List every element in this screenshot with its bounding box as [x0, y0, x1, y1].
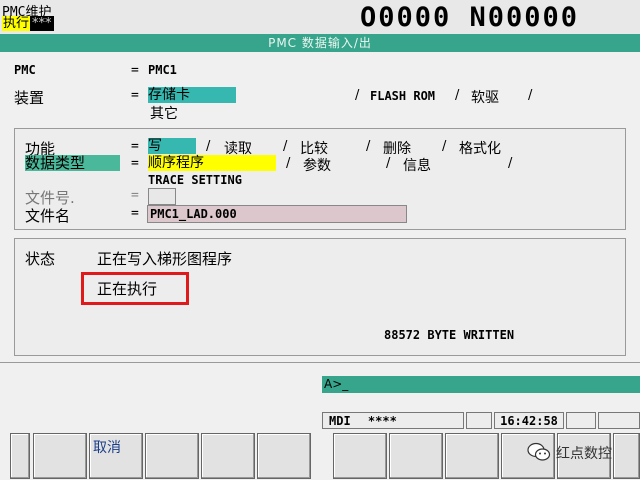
softkey-1[interactable]	[33, 433, 87, 479]
function-option-format[interactable]: 格式化	[459, 138, 501, 158]
device-option-floppy[interactable]: 软驱	[471, 87, 499, 107]
status-label: 状态	[25, 250, 56, 268]
device-sep-1: /	[355, 88, 360, 103]
softkey-4[interactable]	[201, 433, 255, 479]
page-title: PMC 数据输入/出	[0, 34, 640, 52]
device-sep-3: /	[528, 88, 533, 103]
statusbar-empty-cell	[466, 412, 492, 429]
bytes-written: 88572 BYTE WRITTEN	[384, 328, 515, 342]
datatype-option-sequence-program[interactable]: 顺序程序	[148, 155, 276, 171]
file-number-equals: =	[131, 188, 139, 203]
function-sep-3: /	[366, 139, 371, 154]
datatype-equals: =	[131, 156, 139, 171]
device-option-memory-card[interactable]: 存储卡	[148, 87, 236, 103]
file-name-label: 文件名	[25, 207, 71, 225]
softkey-3[interactable]	[145, 433, 199, 479]
statusbar-empty-cell-3	[598, 412, 640, 429]
pmc-equals: =	[131, 63, 139, 78]
datatype-option-parameter[interactable]: 参数	[303, 155, 331, 175]
function-equals: =	[131, 139, 139, 154]
datatype-sep-2: /	[386, 156, 391, 171]
softkey-cancel[interactable]: 取消	[89, 433, 143, 479]
softkey-cancel-label: 取消	[93, 440, 121, 456]
statusbar-empty-cell-2	[566, 412, 596, 429]
device-option-flash-rom[interactable]: FLASH ROM	[370, 89, 435, 103]
statusbar-mode-cell: MDI ****	[322, 412, 464, 429]
softkey-7[interactable]	[389, 433, 443, 479]
status-message: 正在写入梯形图程序	[97, 250, 233, 268]
softkey-8[interactable]	[445, 433, 499, 479]
device-option-other[interactable]: 其它	[150, 103, 178, 123]
function-sep-4: /	[442, 139, 447, 154]
watermark-text: 红点数控	[556, 446, 612, 462]
file-number-input[interactable]	[148, 188, 176, 205]
run-state: 执行 ***	[2, 16, 54, 32]
device-label: 装置	[14, 89, 45, 107]
run-state-label: 执行	[2, 16, 31, 31]
softkey-5[interactable]	[257, 433, 311, 479]
executing-status: 正在执行	[97, 280, 158, 298]
softkey-return[interactable]	[10, 433, 30, 479]
datatype-option-message[interactable]: 信息	[403, 155, 431, 175]
datatype-option-trace-setting[interactable]: TRACE SETTING	[148, 173, 242, 187]
function-sep-2: /	[283, 139, 288, 154]
key-input-line[interactable]: A>_	[322, 376, 640, 393]
datatype-label: 数据类型	[25, 155, 120, 171]
file-name-equals: =	[131, 206, 139, 221]
statusbar-clock: 16:42:58	[494, 412, 564, 429]
statusbar-mode: MDI	[329, 414, 351, 428]
statusbar-stars: ****	[367, 414, 397, 428]
function-option-write[interactable]: 写	[148, 138, 196, 154]
run-state-stars: ***	[30, 16, 54, 31]
softkey-6[interactable]	[333, 433, 387, 479]
file-name-input[interactable]: PMC1_LAD.000	[147, 205, 407, 223]
datatype-sep-3: /	[508, 156, 513, 171]
wechat-icon	[527, 441, 551, 463]
divider	[0, 362, 640, 363]
datatype-sep-1: /	[286, 156, 291, 171]
program-number: O0000 N00000	[360, 2, 580, 33]
pmc-label: PMC	[14, 63, 36, 77]
device-equals: =	[131, 88, 139, 103]
function-sep-1: /	[206, 139, 211, 154]
softkey-next[interactable]	[613, 433, 640, 479]
device-sep-2: /	[455, 88, 460, 103]
pmc-value: PMC1	[148, 63, 177, 77]
